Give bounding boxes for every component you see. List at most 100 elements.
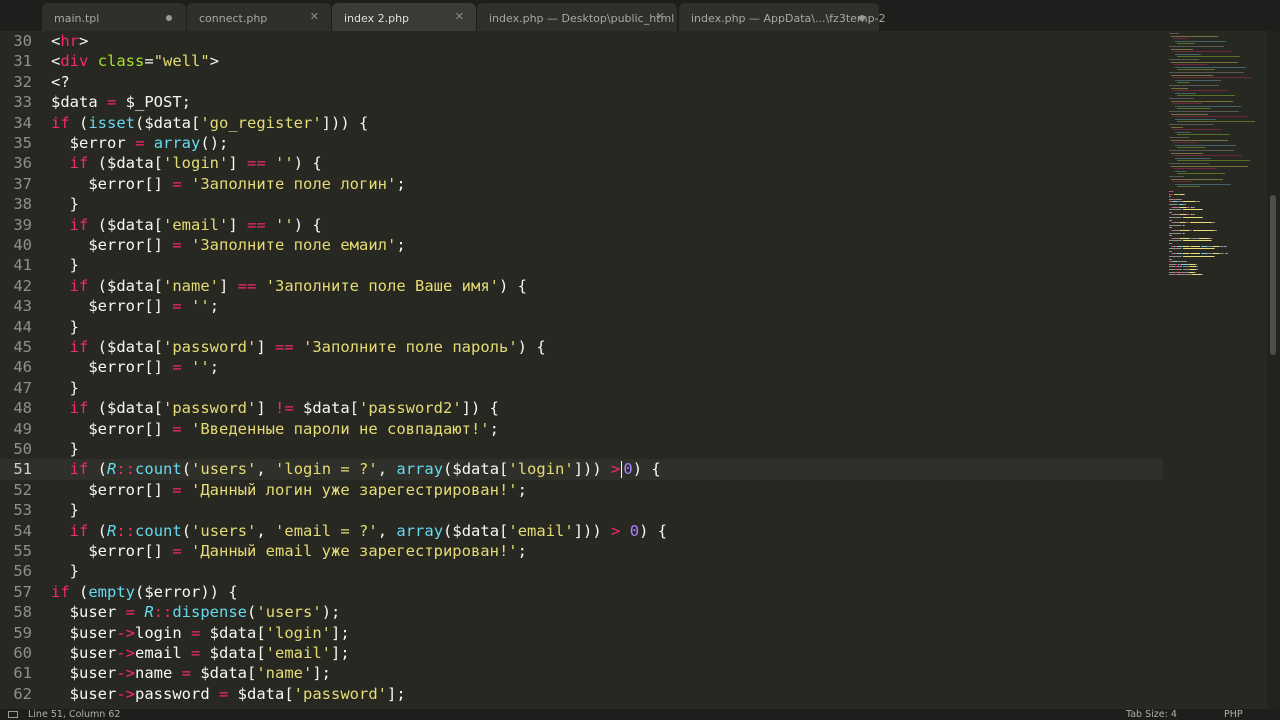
code-line[interactable]: if (isset($data['go_register'])) { bbox=[51, 113, 368, 133]
minimap-line bbox=[1173, 155, 1242, 157]
minimap-token bbox=[1198, 237, 1209, 239]
tab-label: index.php — AppData\...\fz3temp-2 bbox=[691, 12, 886, 25]
code-line[interactable]: $user = R::dispense('users'); bbox=[51, 602, 341, 622]
code-line[interactable]: $error[] = ''; bbox=[51, 296, 219, 316]
code-token: ; bbox=[517, 480, 527, 499]
code-line[interactable]: } bbox=[51, 317, 79, 337]
code-token: R bbox=[107, 460, 117, 479]
minimap-token bbox=[1193, 230, 1214, 231]
code-editor[interactable]: 30 31 32 33 34 35 36 37 38 39 40 41 42 43 44 45 46 47 48 49… bbox=[0, 31, 1163, 709]
minimap-line bbox=[1177, 108, 1210, 110]
code-token: 'users' bbox=[191, 521, 257, 540]
code-line[interactable]: <? bbox=[51, 72, 70, 92]
minimap-token bbox=[1169, 240, 1181, 242]
code-token: = bbox=[172, 358, 182, 377]
code-line[interactable]: $error[] = 'Заполните поле логин'; bbox=[51, 174, 406, 194]
line-number: 49 bbox=[13, 419, 32, 438]
code-line[interactable]: if (R::count('users', 'email = ?', array… bbox=[51, 521, 667, 541]
code-line[interactable]: <hr> bbox=[51, 31, 88, 51]
minimap-line bbox=[1169, 98, 1194, 99]
code-token: array bbox=[396, 521, 444, 540]
code-line[interactable]: } bbox=[51, 255, 79, 275]
code-line[interactable]: $error[] = 'Введенные пароли не совпадаю… bbox=[51, 419, 499, 439]
code-line[interactable]: if (empty($error)) { bbox=[51, 582, 238, 602]
code-line[interactable]: $error[] = ''; bbox=[51, 357, 219, 377]
minimap[interactable] bbox=[1163, 31, 1267, 709]
minimap-line bbox=[1177, 82, 1190, 84]
minimap-line bbox=[1173, 168, 1217, 170]
code-line[interactable]: $error[] = 'Данный email уже зарегестрир… bbox=[51, 541, 527, 561]
code-token: array bbox=[396, 460, 444, 479]
minimap-line bbox=[1177, 43, 1195, 45]
code-token: isset bbox=[88, 113, 136, 132]
code-token: = bbox=[181, 664, 192, 683]
code-token: ($data[ bbox=[88, 154, 163, 173]
scrollbar-thumb[interactable] bbox=[1270, 195, 1276, 355]
code-line[interactable]: if ($data['name'] == 'Заполните поле Ваш… bbox=[51, 276, 527, 296]
code-token: == bbox=[275, 338, 294, 356]
syntax-indicator[interactable]: PHP bbox=[1224, 709, 1243, 720]
code-line[interactable]: } bbox=[51, 194, 79, 214]
code-token: ( bbox=[69, 582, 89, 601]
code-line[interactable]: if ($data['password'] == 'Заполните поле… bbox=[51, 337, 546, 357]
panel-toggle-icon[interactable] bbox=[8, 711, 18, 718]
tab-1[interactable]: main.tpl bbox=[42, 3, 186, 31]
code-token: } bbox=[51, 501, 79, 520]
code-line[interactable]: $user->password = $data['password']; bbox=[51, 684, 406, 704]
code-token: 'password2' bbox=[359, 399, 462, 418]
minimap-line bbox=[1177, 186, 1200, 188]
line-number: 30 bbox=[13, 32, 32, 50]
unsaved-dot-icon[interactable] bbox=[859, 15, 865, 21]
code-token: $error[] bbox=[51, 297, 173, 316]
line-number: 32 bbox=[13, 72, 32, 91]
minimap-token bbox=[1171, 191, 1173, 192]
code-line[interactable]: if ($data['email'] == '') { bbox=[51, 215, 322, 235]
line-number: 60 bbox=[13, 644, 32, 662]
code-line[interactable]: $user->email = $data['email']; bbox=[51, 643, 350, 663]
code-line[interactable]: $data = $_POST; bbox=[51, 92, 191, 112]
tab-3[interactable]: index 2.php ✕ bbox=[332, 3, 476, 31]
code-line[interactable]: if (R::count('users', 'login = ?', array… bbox=[51, 459, 661, 479]
line-number: 56 bbox=[13, 562, 32, 581]
tab-label: index.php — Desktop\public_html bbox=[489, 12, 675, 25]
line-number-gutter: 30 31 32 33 34 35 36 37 38 39 40 41 42 43 44 45 46 47 48 49… bbox=[0, 31, 44, 709]
code-token: = bbox=[219, 684, 229, 703]
code-token: if bbox=[69, 276, 89, 295]
code-line[interactable]: } bbox=[51, 500, 79, 520]
code-token: 'login' bbox=[265, 623, 331, 642]
code-token: == bbox=[237, 276, 257, 295]
code-line[interactable]: $error = array(); bbox=[51, 133, 229, 153]
code-token: ( bbox=[88, 521, 108, 540]
code-line[interactable]: $error[] = 'Данный логин уже зарегестрир… bbox=[51, 480, 527, 500]
code-token: $error[] bbox=[51, 542, 173, 560]
vertical-scrollbar[interactable] bbox=[1267, 31, 1280, 709]
code-token: ) { bbox=[293, 215, 322, 234]
code-line[interactable]: } bbox=[51, 378, 79, 398]
code-line[interactable]: } bbox=[51, 439, 79, 459]
code-line[interactable]: if ($data['password'] != $data['password… bbox=[51, 398, 499, 418]
minimap-token bbox=[1183, 201, 1196, 203]
code-line[interactable]: $user->login = $data['login']; bbox=[51, 623, 350, 643]
code-line[interactable]: } bbox=[51, 561, 79, 581]
code-token: ; bbox=[396, 174, 406, 193]
minimap-line bbox=[1175, 53, 1201, 55]
unsaved-dot-icon[interactable] bbox=[166, 15, 172, 21]
tab-size-indicator[interactable]: Tab Size: 4 bbox=[1126, 709, 1177, 720]
close-tab-icon[interactable]: ✕ bbox=[656, 10, 665, 23]
tab-2[interactable]: connect.php ✕ bbox=[187, 3, 331, 31]
line-number: 31 bbox=[13, 52, 32, 71]
code-line[interactable]: $error[] = 'Заполните поле емаил'; bbox=[51, 235, 405, 255]
tab-5[interactable]: index.php — AppData\...\fz3temp-2 bbox=[679, 3, 886, 31]
close-tab-icon[interactable]: ✕ bbox=[455, 10, 464, 23]
code-token: $data[ bbox=[200, 644, 266, 662]
code-token: 'email' bbox=[163, 215, 229, 234]
close-tab-icon[interactable]: ✕ bbox=[310, 10, 319, 23]
code-token: ])) { bbox=[321, 113, 369, 132]
code-line[interactable]: <div class="well"> bbox=[51, 51, 219, 71]
code-line[interactable]: $user->name = $data['name']; bbox=[51, 663, 331, 683]
code-line[interactable]: if ($data['login'] == '') { bbox=[51, 153, 322, 173]
line-number: 41 bbox=[13, 256, 32, 275]
tab-4[interactable]: index.php — Desktop\public_html ✕ bbox=[477, 3, 677, 31]
